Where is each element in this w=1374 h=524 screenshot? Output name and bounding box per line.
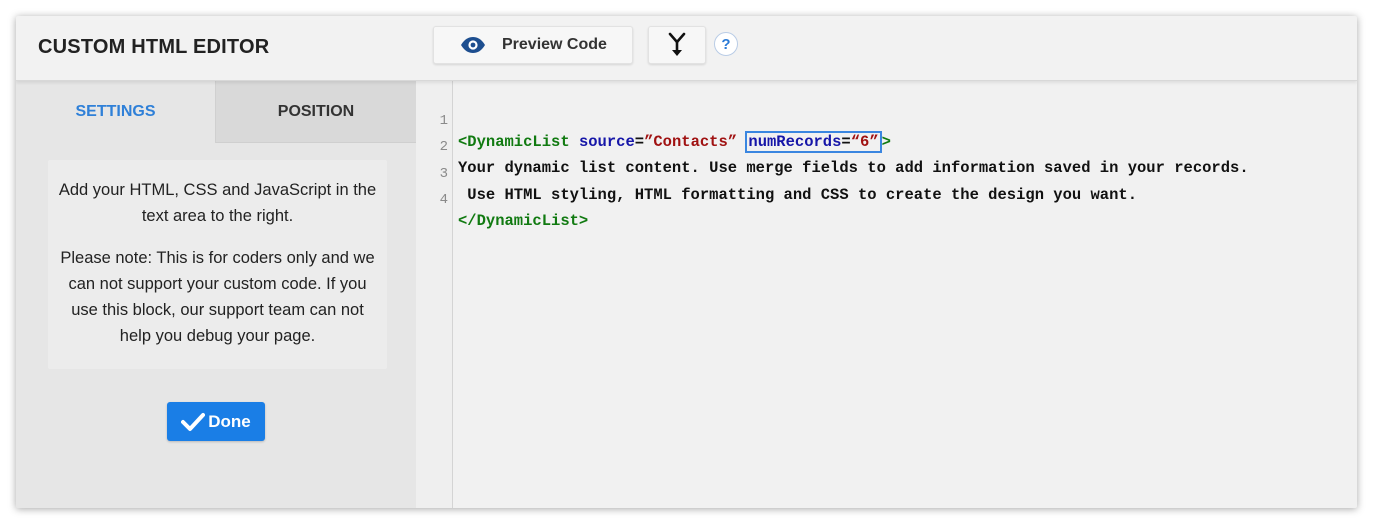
code-line-content: </DynamicList>: [458, 211, 589, 230]
done-label: Done: [208, 411, 251, 431]
line-number: 4: [439, 191, 448, 208]
preview-code-button[interactable]: Preview Code: [433, 26, 633, 64]
done-button[interactable]: Done: [167, 402, 265, 441]
eye-icon: [461, 37, 485, 53]
code-line: 2 Your dynamic list content. Use merge f…: [416, 116, 1357, 177]
code-editor[interactable]: 1 <DynamicList source=”Contacts” numReco…: [416, 81, 1357, 508]
merge-arrow-icon: [668, 32, 686, 56]
merge-button[interactable]: [648, 26, 706, 64]
tab-position[interactable]: POSITION: [216, 81, 416, 143]
editor-header: CUSTOM HTML EDITOR Preview Code ?: [16, 16, 1357, 81]
tab-settings[interactable]: SETTINGS: [16, 81, 216, 143]
help-icon[interactable]: ?: [714, 32, 738, 56]
code-text-area[interactable]: 1 <DynamicList source=”Contacts” numReco…: [416, 90, 1357, 230]
editor-title: CUSTOM HTML EDITOR: [38, 36, 270, 58]
checkmark-icon: [181, 412, 206, 431]
custom-html-editor-window: CUSTOM HTML EDITOR Preview Code ? SETTIN…: [16, 16, 1357, 508]
notice-paragraph-instructions: Add your HTML, CSS and JavaScript in the…: [58, 181, 377, 225]
info-notice: Add your HTML, CSS and JavaScript in the…: [48, 160, 387, 369]
notice-paragraph-warning: Please note: This is for coders only and…: [60, 249, 375, 345]
preview-code-label: Preview Code: [502, 36, 607, 53]
code-line: 1 <DynamicList source=”Contacts” numReco…: [416, 90, 1357, 153]
left-panel: SETTINGS POSITION Add your HTML, CSS and…: [16, 81, 416, 508]
code-line: 4 </DynamicList>: [416, 169, 1357, 230]
code-line: 3 Use HTML styling, HTML formatting and …: [416, 143, 1357, 204]
